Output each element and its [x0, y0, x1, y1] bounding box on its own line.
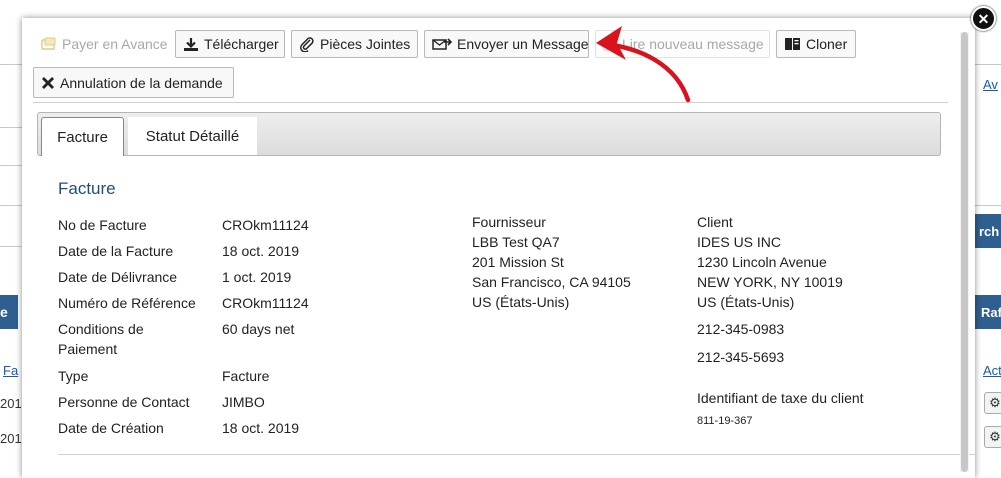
field-label-reference-number: Numéro de Référence — [58, 295, 196, 311]
tab-detailed-status[interactable]: Statut Détaillé — [128, 117, 257, 155]
client-country: US (États-Unis) — [697, 294, 795, 310]
download-icon — [183, 37, 199, 52]
attachments-button[interactable]: Pièces Jointes — [291, 30, 418, 58]
bg-row-date: 201 — [0, 431, 22, 446]
field-label-type: Type — [58, 368, 89, 384]
cancel-request-label: Annulation de la demande — [60, 74, 223, 91]
client-heading: Client — [697, 214, 733, 230]
supplier-country: US (États-Unis) — [472, 294, 570, 310]
supplier-street: 201 Mission St — [472, 254, 564, 270]
bg-left-button[interactable]: e — [0, 295, 18, 329]
content-divider — [58, 454, 975, 455]
field-value-contact-person: JIMBO — [222, 394, 265, 410]
pay-in-advance-button[interactable]: Payer en Avance — [33, 30, 169, 58]
clone-label: Cloner — [806, 36, 848, 52]
toolbar-divider — [33, 102, 948, 103]
client-tax-id-label: Identifiant de taxe du client — [697, 390, 864, 406]
bg-divider — [975, 64, 1001, 65]
bg-divider — [0, 205, 22, 206]
tab-detailed-status-label: Statut Détaillé — [145, 127, 240, 145]
copy-icon — [784, 37, 801, 51]
gear-icon[interactable]: ⚙ — [984, 392, 1001, 414]
vertical-scrollbar[interactable] — [960, 32, 969, 472]
field-label-payment-terms: Conditions de Paiement — [58, 321, 144, 357]
clone-button[interactable]: Cloner — [776, 30, 856, 58]
bg-row-date: 201 — [0, 396, 22, 411]
bg-refresh-label: Raf — [981, 304, 1001, 320]
field-value-delivery-date: 1 oct. 2019 — [222, 269, 292, 285]
tab-invoice[interactable]: Facture — [41, 117, 124, 156]
coins-icon — [41, 37, 57, 51]
client-phone: 212-345-5693 — [697, 349, 785, 365]
bg-left-button-label: e — [0, 304, 8, 320]
pay-in-advance-label: Payer en Avance — [62, 36, 168, 52]
supplier-city: San Francisco, CA 94105 — [472, 274, 631, 290]
bg-search-button[interactable]: rch — [975, 214, 1001, 248]
client-city: NEW YORK, NY 10019 — [697, 274, 843, 290]
read-new-message-button[interactable]: Lire nouveau message — [595, 30, 770, 58]
send-message-button[interactable]: Envoyer un Message — [424, 30, 589, 58]
field-value-invoice-number: CROkm11124 — [222, 217, 309, 233]
bg-divider — [975, 205, 1001, 206]
scrollbar-thumb[interactable] — [961, 32, 968, 472]
field-value-payment-terms: 60 days net — [222, 321, 295, 337]
bg-search-label: rch — [979, 223, 1000, 239]
download-button[interactable]: Télécharger — [175, 30, 285, 58]
invoice-modal: Payer en Avance Télécharger Pièces Joint… — [22, 18, 975, 478]
supplier-name: LBB Test QA7 — [472, 234, 560, 250]
close-icon — [41, 76, 55, 90]
gear-icon[interactable]: ⚙ — [984, 426, 1001, 448]
client-street: 1230 Lincoln Avenue — [697, 254, 827, 270]
field-value-reference-number: CROkm11124 — [222, 295, 309, 311]
close-icon[interactable]: ✕ — [971, 6, 996, 31]
client-tax-id-value: 811-19-367 — [697, 415, 753, 427]
bg-actions-link[interactable]: Act — [983, 363, 1001, 378]
field-value-type: Facture — [222, 368, 270, 384]
supplier-heading: Fournisseur — [472, 214, 546, 230]
tab-bar: Facture Statut Détaillé — [37, 112, 941, 156]
bg-divider — [0, 165, 22, 166]
bg-divider — [0, 246, 22, 247]
client-name: IDES US INC — [697, 234, 782, 250]
download-label: Télécharger — [204, 36, 279, 52]
field-value-creation-date: 18 oct. 2019 — [222, 420, 300, 436]
field-label-creation-date: Date de Création — [58, 420, 164, 436]
field-value-invoice-date: 18 oct. 2019 — [222, 243, 300, 259]
cancel-request-button[interactable]: Annulation de la demande — [33, 67, 234, 98]
client-phone: 212-345-0983 — [697, 321, 785, 337]
bg-refresh-button[interactable]: Raf — [975, 295, 1001, 329]
bg-avail-link[interactable]: Av — [983, 77, 1001, 92]
field-label-contact-person: Personne de Contact — [58, 394, 190, 410]
bg-column-link[interactable]: Fa — [3, 363, 22, 378]
attachments-label: Pièces Jointes — [320, 36, 411, 52]
bg-divider — [0, 64, 22, 65]
bg-divider — [0, 127, 22, 128]
paperclip-icon — [299, 36, 315, 52]
send-message-label: Envoyer un Message — [457, 36, 589, 52]
envelope-open-icon — [603, 37, 617, 51]
field-label-invoice-number: No de Facture — [58, 217, 147, 233]
field-label-invoice-date: Date de la Facture — [58, 243, 174, 259]
send-envelope-icon — [432, 37, 452, 51]
section-title: Facture — [58, 179, 116, 198]
field-label-delivery-date: Date de Délivrance — [58, 269, 178, 285]
read-new-message-label: Lire nouveau message — [622, 36, 764, 52]
tab-invoice-label: Facture — [57, 128, 108, 146]
